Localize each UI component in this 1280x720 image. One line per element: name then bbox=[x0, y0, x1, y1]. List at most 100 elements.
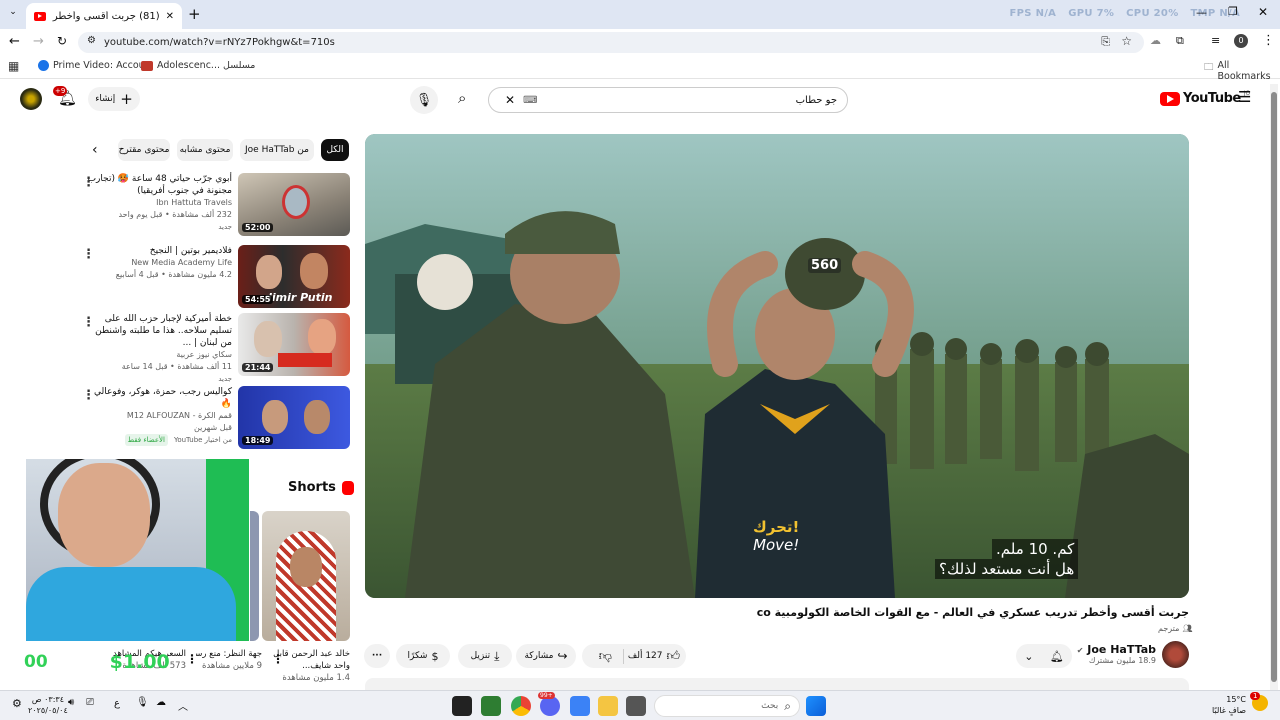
more-icon[interactable]: ⋮ bbox=[82, 315, 95, 330]
more-icon[interactable]: ⋮ bbox=[272, 652, 284, 666]
extension-icon[interactable]: ☁ bbox=[1150, 34, 1161, 47]
voice-search-button[interactable]: 🎙︎ bbox=[410, 86, 438, 114]
app-icon[interactable] bbox=[481, 696, 501, 716]
puzzle-icon[interactable]: ⧉ bbox=[1176, 34, 1184, 48]
clear-search-icon[interactable]: ✕ bbox=[505, 93, 515, 107]
chevron-up-icon[interactable]: ︿ bbox=[178, 698, 188, 713]
file-explorer-icon[interactable] bbox=[598, 696, 618, 716]
start-button[interactable] bbox=[806, 696, 826, 716]
install-app-icon[interactable]: ⎘ bbox=[1101, 35, 1110, 49]
reload-icon[interactable]: ↻ bbox=[57, 34, 67, 48]
description-box[interactable] bbox=[365, 678, 1189, 690]
app-icon[interactable] bbox=[626, 696, 646, 716]
more-icon[interactable]: ⋮ bbox=[82, 175, 95, 190]
short-thumbnail[interactable] bbox=[250, 511, 259, 641]
video-thumbnail[interactable]: 52:00 bbox=[238, 173, 350, 236]
search-button[interactable]: ⌕ bbox=[458, 89, 466, 107]
chip-from-channel[interactable]: من Joe HaTTab bbox=[240, 139, 314, 161]
notifications-button[interactable]: 🔔︎ +9 bbox=[53, 86, 77, 107]
apps-grid-icon[interactable]: ▦ bbox=[8, 59, 19, 73]
search-box[interactable]: جو حطاب ⌨ ✕ bbox=[488, 87, 848, 113]
more-icon[interactable]: ⋮ bbox=[82, 247, 95, 262]
dislike-icon[interactable]: 👎︎ bbox=[588, 648, 624, 664]
video-thumbnail[interactable]: 21:44 bbox=[238, 313, 350, 376]
channel-avatar[interactable] bbox=[1162, 641, 1189, 668]
new-tab-button[interactable]: + bbox=[188, 5, 201, 23]
cloud-icon[interactable]: ☁ bbox=[156, 697, 166, 708]
forward-icon[interactable]: → bbox=[33, 34, 44, 49]
active-tab[interactable]: (81) جربت أقسى وأخطر تدريب ع... ✕ bbox=[26, 3, 182, 29]
like-icon[interactable]: 👍︎ bbox=[667, 649, 681, 664]
taskbar-search[interactable]: بحث ⌕ bbox=[654, 695, 800, 717]
minimize-button[interactable]: — bbox=[1196, 6, 1207, 19]
omnibox[interactable]: ⚙ youtube.com/watch?v=rNYz7Pokhgw&t=710s… bbox=[78, 32, 1144, 53]
create-button[interactable]: إنشاء + bbox=[88, 87, 140, 111]
chrome-icon[interactable] bbox=[511, 696, 531, 716]
restore-button[interactable]: ❐ bbox=[1228, 5, 1238, 18]
profile-avatar[interactable]: 0 bbox=[1234, 34, 1248, 48]
tab-search-button[interactable]: ⌄ bbox=[6, 7, 20, 21]
bookmark-label: Adolescenc... مسلسل bbox=[157, 60, 256, 71]
network-icon[interactable]: ⎚ bbox=[86, 697, 94, 708]
more-actions-button[interactable]: ··· bbox=[364, 644, 390, 668]
list-item[interactable]: 52:00 أبوي جرّب حياتي 48 ساعة 🥵 (تجارب م… bbox=[70, 173, 350, 237]
youtube-logo[interactable]: YouTube JO bbox=[1160, 90, 1250, 106]
more-icon[interactable]: ⋮ bbox=[82, 388, 95, 403]
chrome-menu-icon[interactable]: ⋮ bbox=[1262, 33, 1275, 48]
search-input[interactable]: جو حطاب bbox=[538, 95, 837, 106]
thanks-button[interactable]: شكرًا $ bbox=[396, 644, 450, 668]
notification-bell-icon[interactable]: ⚙ bbox=[12, 697, 22, 710]
language-indicator[interactable]: ع bbox=[114, 698, 120, 709]
channel-name[interactable]: سكاي نيوز عربية bbox=[82, 349, 232, 361]
guide-menu-icon[interactable]: ☰ bbox=[1238, 88, 1251, 106]
bookmark-star-icon[interactable]: ☆ bbox=[1121, 34, 1132, 48]
scrollbar-thumb[interactable] bbox=[1271, 92, 1277, 682]
chip-suggested[interactable]: محتوى مقترح bbox=[118, 139, 170, 161]
download-button[interactable]: تنزيل ⤓ bbox=[458, 644, 512, 668]
close-window-button[interactable]: ✕ bbox=[1258, 5, 1268, 19]
share-button[interactable]: مشاركة ↪ bbox=[516, 644, 576, 668]
chip-label: محتوى مشابه bbox=[179, 145, 231, 155]
video-thumbnail[interactable]: 18:49 bbox=[238, 386, 350, 449]
short-thumbnail[interactable] bbox=[262, 511, 350, 641]
chip-all[interactable]: الكل bbox=[321, 139, 349, 161]
back-icon[interactable]: ← bbox=[9, 34, 20, 49]
epic-games-icon[interactable] bbox=[452, 696, 472, 716]
subscriber-count: 18.9 مليون مشترك bbox=[1088, 656, 1156, 665]
list-item[interactable]: 18:49 كواليس رجب، حمزة، هوكر، وفوعالي 🔥 … bbox=[70, 386, 350, 450]
video-title[interactable]: كواليس رجب، حمزة، هوكر، وفوعالي 🔥 bbox=[82, 386, 232, 410]
weather-widget[interactable]: 15°C صافٍ غالبًا bbox=[1206, 694, 1246, 716]
list-item[interactable]: dimir Putin 54:55 فلاديمير بوتين | النجي… bbox=[70, 245, 350, 309]
bookmarks-bar: ▦ Prime Video: Accou... Adolescenc... مس… bbox=[0, 55, 1280, 82]
site-info-icon[interactable]: ⚙ bbox=[87, 35, 96, 46]
bell-button[interactable]: ⌄ 🔔︎ bbox=[1016, 644, 1072, 668]
channel-name[interactable]: M12 ALFOUZAN - قمم الكرة bbox=[82, 410, 232, 422]
video-thumbnail[interactable]: dimir Putin 54:55 bbox=[238, 245, 350, 308]
store-icon[interactable] bbox=[570, 696, 590, 716]
keyboard-icon[interactable]: ⌨ bbox=[523, 95, 537, 106]
channel-name[interactable]: Joe HaTTab bbox=[1087, 643, 1156, 656]
volume-icon[interactable]: 🔊︎ bbox=[68, 697, 74, 708]
list-item[interactable]: 21:44 خطة أميركية لإجبار حزب الله على تس… bbox=[70, 313, 350, 383]
channel-name[interactable]: New Media Academy Life bbox=[82, 257, 232, 269]
short-title[interactable]: جهة النظر: منع رسائل 2... حيا... bbox=[196, 648, 262, 660]
video-title[interactable]: أبوي جرّب حياتي 48 ساعة 🥵 (تجارب مجنونة … bbox=[82, 173, 232, 197]
user-avatar[interactable] bbox=[20, 88, 42, 110]
channel-title-row[interactable]: ✔ Joe HaTTab bbox=[1060, 643, 1156, 656]
chips-prev-icon[interactable]: ‹ bbox=[92, 142, 98, 158]
mic-icon[interactable]: 🎙︎ bbox=[136, 697, 149, 708]
bookmark-series[interactable]: Adolescenc... مسلسل bbox=[141, 60, 255, 71]
discord-icon[interactable] bbox=[540, 696, 560, 716]
clock[interactable]: ٠٣:٣٤ ص ٢٠٢٥/٠٥/٠٤ bbox=[28, 694, 68, 716]
media-icon[interactable]: ≡ bbox=[1211, 34, 1220, 47]
all-bookmarks[interactable]: 🗀 All Bookmarks bbox=[1204, 60, 1280, 82]
close-tab-icon[interactable]: ✕ bbox=[166, 11, 174, 22]
video-player[interactable]: 560 تحرك! Move! كم. 10 ملم. هل أنت مستعد… bbox=[365, 134, 1189, 598]
page-scrollbar[interactable] bbox=[1270, 84, 1278, 690]
video-title[interactable]: خطة أميركية لإجبار حزب الله على تسليم سل… bbox=[82, 313, 232, 349]
bookmark-prime[interactable]: Prime Video: Accou... bbox=[38, 60, 154, 71]
url-text[interactable]: youtube.com/watch?v=rNYz7Pokhgw&t=710s bbox=[104, 37, 335, 48]
chip-related[interactable]: محتوى مشابه bbox=[177, 139, 233, 161]
video-title[interactable]: فلاديمير بوتين | النجيخ bbox=[82, 245, 232, 257]
channel-name[interactable]: Ibn Hattuta Travels bbox=[82, 197, 232, 209]
